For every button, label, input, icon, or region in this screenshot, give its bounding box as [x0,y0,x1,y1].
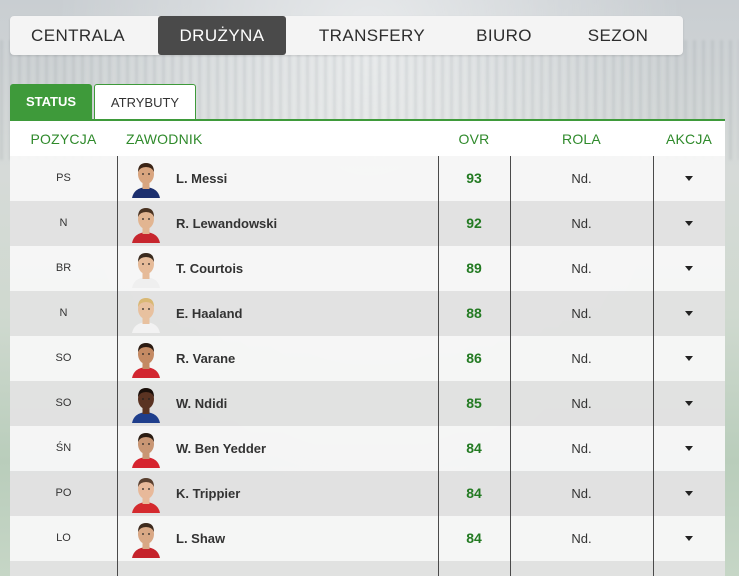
column-divider [510,156,511,576]
player-ovr: 93 [466,170,482,186]
player-role: Nd. [571,486,592,501]
player-ovr: 88 [466,305,482,321]
player-ovr: 85 [466,395,482,411]
player-ovr: 84 [466,485,482,501]
caret-down-icon [685,401,693,407]
player-position: LO [56,532,71,544]
caret-down-icon [685,356,693,362]
player-ovr: 84 [466,440,482,456]
action-dropdown[interactable] [653,516,725,561]
caret-down-icon [685,311,693,317]
header-player[interactable]: ZAWODNIK [126,121,326,156]
player-avatar[interactable] [128,385,164,423]
player-name[interactable]: W. Ndidi [176,381,376,426]
player-position: PS [56,172,71,184]
player-name[interactable]: E. Haaland [176,291,376,336]
player-name[interactable]: T. Courtois [176,246,376,291]
player-ovr: 86 [466,350,482,366]
player-role: Nd. [571,306,592,321]
player-position: N [59,217,68,229]
squad-table: POZYCJA ZAWODNIK OVR ROLA AKCJA PS L. Me… [10,119,725,576]
player-position: ŚN [55,442,72,454]
nav-item-transfery[interactable]: TRANSFERY [302,16,442,55]
player-name[interactable]: W. Ben Yedder [176,426,376,471]
caret-down-icon [685,536,693,542]
tab-status[interactable]: STATUS [10,84,92,120]
player-role: Nd. [571,261,592,276]
action-dropdown[interactable] [653,291,725,336]
action-dropdown[interactable] [653,156,725,201]
player-name[interactable]: K. Trippier [176,471,376,516]
player-role: Nd. [571,351,592,366]
header-ovr[interactable]: OVR [438,121,510,156]
player-position: N [59,307,68,319]
action-dropdown[interactable] [653,246,725,291]
caret-down-icon [685,176,693,182]
nav-item-sezon[interactable]: SEZON [570,16,666,55]
nav-item-centrala[interactable]: CENTRALA [10,16,146,55]
action-dropdown[interactable] [653,381,725,426]
caret-down-icon [685,491,693,497]
table-header: POZYCJA ZAWODNIK OVR ROLA AKCJA [10,121,725,156]
header-position[interactable]: POZYCJA [10,121,117,156]
caret-down-icon [685,266,693,272]
player-position: SO [55,397,72,409]
player-role: Nd. [571,216,592,231]
nav-item-biuro[interactable]: BIURO [458,16,550,55]
header-role[interactable]: ROLA [510,121,653,156]
action-dropdown[interactable] [653,336,725,381]
player-role: Nd. [571,396,592,411]
player-role: Nd. [571,441,592,456]
column-divider [653,156,654,576]
player-ovr: 84 [466,530,482,546]
player-name[interactable]: R. Lewandowski [176,201,376,246]
player-avatar[interactable] [128,340,164,378]
column-divider [117,156,118,576]
player-avatar[interactable] [128,205,164,243]
player-ovr: 92 [466,215,482,231]
main-navigation: CENTRALA DRUŻYNA TRANSFERY BIURO SEZON [10,16,683,55]
player-avatar[interactable] [128,160,164,198]
player-avatar[interactable] [128,295,164,333]
player-avatar[interactable] [128,430,164,468]
player-avatar[interactable] [128,520,164,558]
caret-down-icon [685,446,693,452]
player-name[interactable]: R. Varane [176,336,376,381]
action-dropdown[interactable] [653,471,725,516]
player-name[interactable]: L. Messi [176,156,376,201]
column-divider [438,156,439,576]
action-dropdown[interactable] [653,426,725,471]
player-ovr: 89 [466,260,482,276]
action-dropdown[interactable] [653,201,725,246]
player-role: Nd. [571,531,592,546]
player-role: Nd. [571,171,592,186]
player-avatar[interactable] [128,475,164,513]
header-action: AKCJA [665,131,713,147]
player-avatar[interactable] [128,250,164,288]
tab-attributes[interactable]: ATRYBUTY [94,84,196,120]
nav-item-druzyna[interactable]: DRUŻYNA [158,16,286,55]
caret-down-icon [685,221,693,227]
player-position: BR [55,262,72,274]
player-position: PO [55,487,72,499]
player-position: SO [55,352,72,364]
player-name[interactable]: L. Shaw [176,516,376,561]
